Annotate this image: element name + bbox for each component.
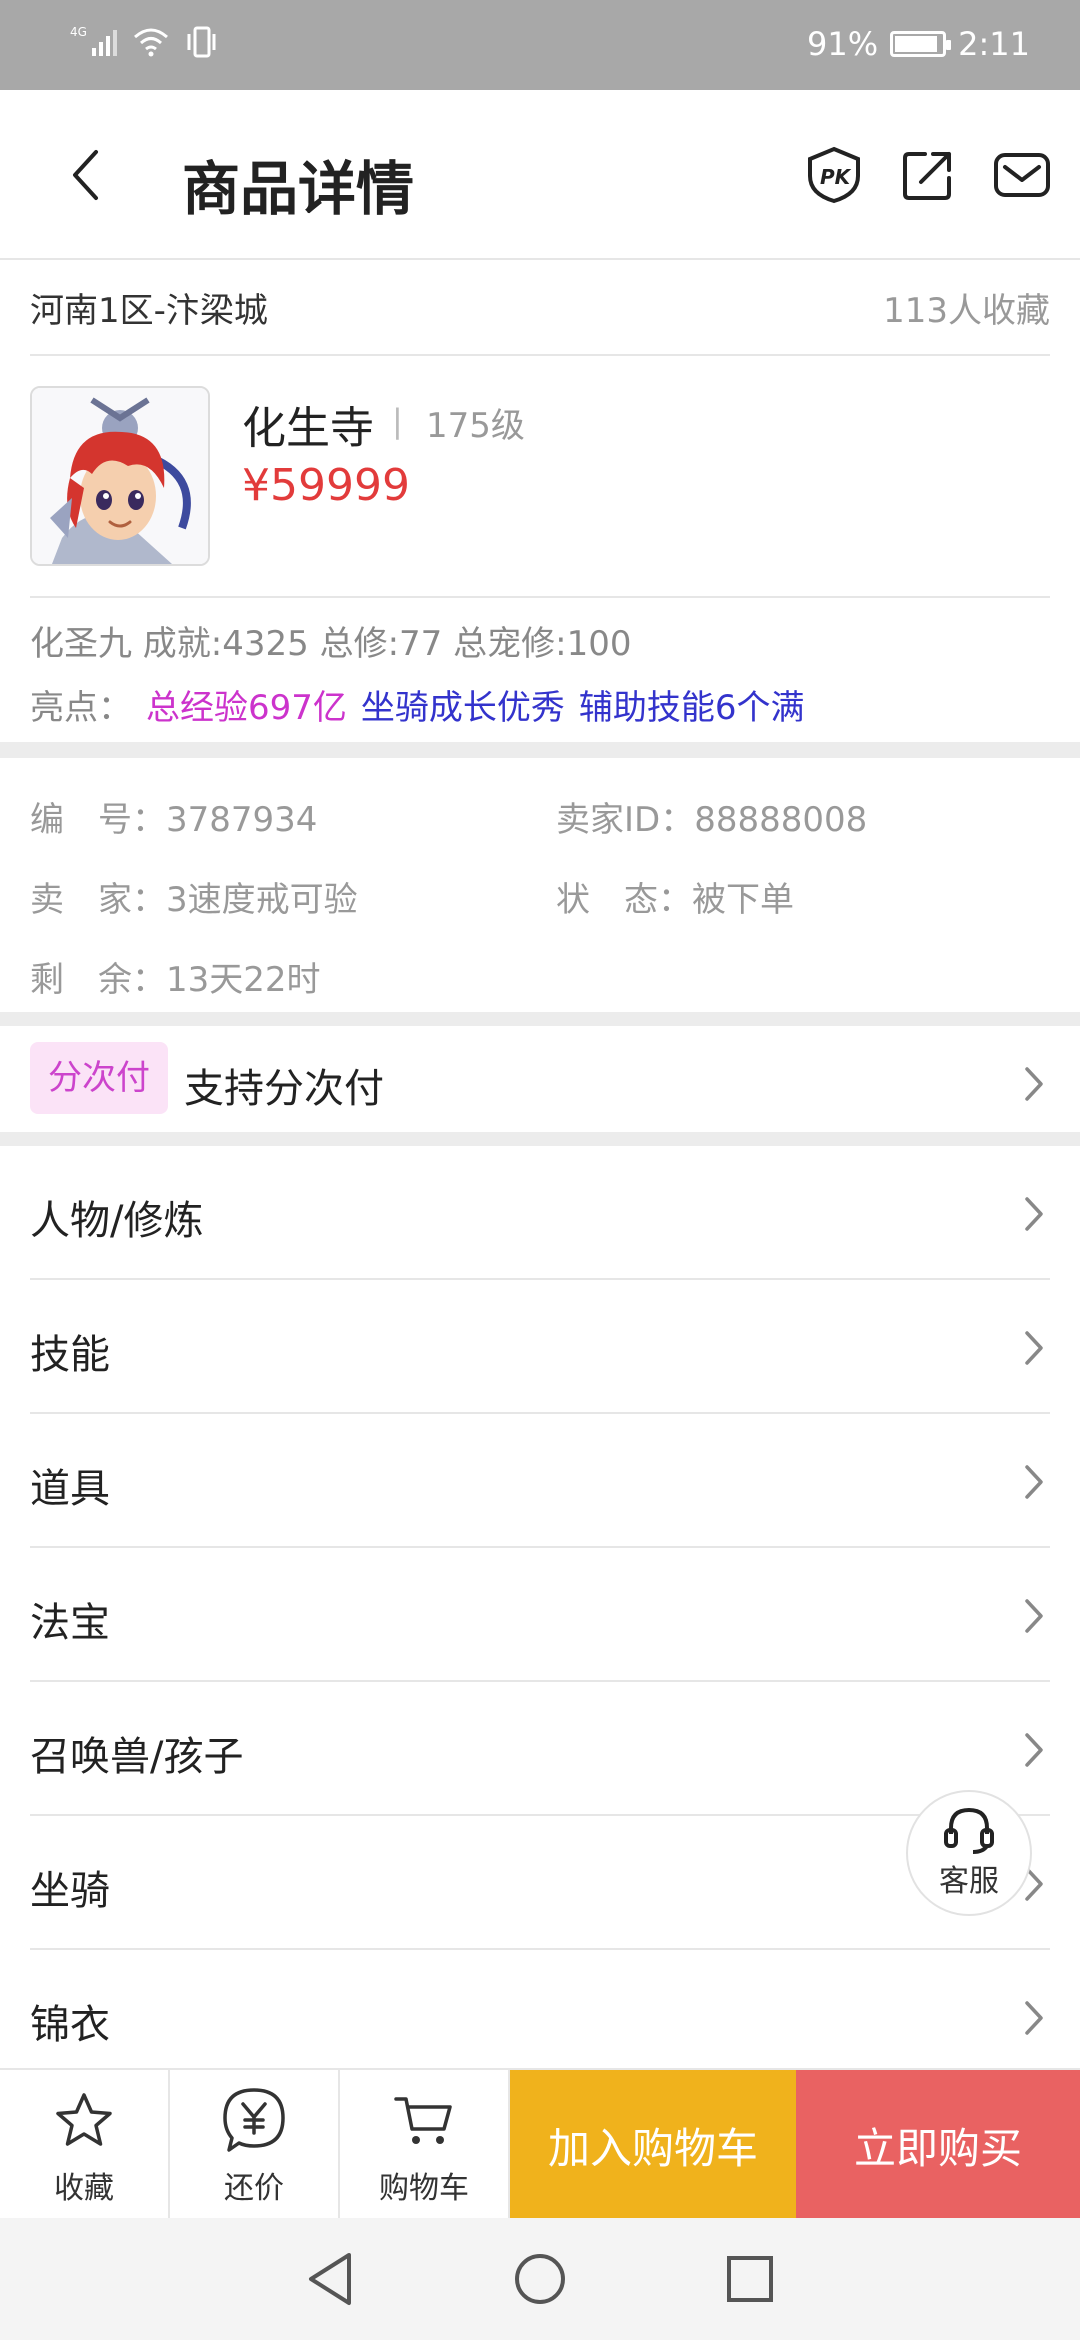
installment-text: 支持分次付 [184,1066,384,1112]
chevron-right-icon [1020,1730,1048,1770]
installment-badge: 分次付 [30,1042,168,1114]
item-id: 编 号：3787934 [30,792,317,841]
section-label: 召唤兽/孩子 [30,1734,244,1780]
nav-home-icon[interactable] [510,2249,570,2309]
signal-icon: 4G [70,24,118,64]
name-separator: | [392,402,403,440]
character-level: 175级 [426,406,525,446]
share-icon[interactable] [898,145,958,205]
section-label: 锦衣 [30,2002,110,2048]
character-school: 化生寺 [242,403,374,454]
chevron-right-icon [1020,1064,1048,1104]
installment-row[interactable]: 分次付 支持分次付 [0,1026,1080,1146]
yen-chat-icon [221,2083,287,2159]
section-items[interactable]: 道具 [0,1414,1080,1548]
item-id-value: 3787934 [166,800,318,840]
highlights-label: 亮点： [30,688,132,728]
section-gap [0,742,1080,758]
cart-label: 购物车 [379,2171,469,2206]
section-label: 技能 [30,1332,110,1378]
cart-button[interactable]: 购物车 [340,2070,510,2220]
chevron-right-icon [1020,1328,1048,1368]
page-title: 商品详情 [182,155,415,223]
favorite-label: 收藏 [54,2171,114,2206]
listing-meta: 河南1区-汴梁城 113人收藏 [30,260,1050,356]
customer-service-label: 客服 [939,1864,999,1899]
seller-label: 卖 家： [30,880,166,920]
header-actions: PK [804,145,1052,205]
order-status: 状 态：被下单 [556,872,794,921]
seller: 卖 家：3速度戒可验 [30,872,358,921]
cart-icon [392,2083,456,2159]
highlight-tag: 总经验697亿 [146,688,347,728]
chevron-right-icon [1020,1194,1048,1234]
message-icon[interactable] [992,145,1052,205]
section-character[interactable]: 人物/修炼 [0,1146,1080,1280]
bottom-action-bar: 收藏 还价 购物车 加入购物车 立即购买 [0,2068,1080,2220]
product-price: ¥59999 [242,460,410,511]
section-label: 人物/修炼 [30,1198,204,1244]
server-region: 河南1区-汴梁城 [30,290,268,331]
section-gap [0,1132,1080,1146]
section-treasures[interactable]: 法宝 [0,1548,1080,1682]
vibrate-icon [184,26,220,62]
battery-fill [895,36,937,52]
item-id-label: 编 号： [30,800,166,840]
clock: 2:11 [958,25,1030,63]
nav-back-icon[interactable] [300,2249,360,2309]
section-label: 法宝 [30,1600,110,1646]
battery-percent: 91% [807,25,879,63]
seller-value: 3速度戒可验 [166,880,358,920]
wifi-icon [132,27,170,61]
svg-text:4G: 4G [70,25,87,39]
section-label: 道具 [30,1466,110,1512]
customer-service-button[interactable]: 客服 [906,1790,1032,1916]
status-icons-right: 91% 2:11 [807,22,1030,66]
headset-icon [944,1807,994,1854]
battery-icon [890,31,952,57]
status-label: 状 态： [556,880,692,920]
status-value: 被下单 [692,880,794,920]
chevron-right-icon [1020,1462,1048,1502]
buy-now-button[interactable]: 立即购买 [796,2070,1080,2220]
chevron-left-icon [73,150,98,200]
highlight-tag: 坐骑成长优秀 [360,688,565,728]
star-icon [53,2083,115,2159]
section-skills[interactable]: 技能 [0,1280,1080,1414]
svg-text:PK: PK [820,165,852,189]
remaining-label: 剩 余： [30,960,166,1000]
system-navigation-bar [0,2218,1080,2340]
app-header: 商品详情 PK [0,90,1080,260]
seller-id: 卖家ID：88888008 [556,792,867,841]
product-summary: 化生寺 | 175级 ¥59999 [30,356,1050,598]
status-bar: 4G 91% 2:11 [0,0,1080,90]
section-label: 坐骑 [30,1868,110,1914]
bargain-label: 还价 [224,2171,284,2206]
time-remaining: 剩 余：13天22时 [30,952,321,1001]
nav-recents-icon[interactable] [720,2249,780,2309]
seller-id-label: 卖家ID： [556,800,695,840]
back-button[interactable] [50,140,120,210]
section-pets[interactable]: 召唤兽/孩子 [0,1682,1080,1816]
section-gap [0,1012,1080,1026]
chevron-right-icon [1020,1596,1048,1636]
character-avatar[interactable] [30,386,210,566]
seller-id-value: 88888008 [694,800,868,840]
favorites-count: 113人收藏 [883,290,1050,331]
add-to-cart-button[interactable]: 加入购物车 [510,2070,796,2220]
section-outfits[interactable]: 锦衣 [0,1950,1080,2084]
character-stats: 化圣九 成就:4325 总修:77 总宠修:100 [30,624,632,664]
favorite-button[interactable]: 收藏 [0,2070,170,2220]
status-icons-left: 4G [70,22,220,66]
chevron-right-icon [1020,1998,1048,2038]
highlights: 亮点： 总经验697亿 坐骑成长优秀 辅助技能6个满 [30,680,805,729]
highlight-tag: 辅助技能6个满 [578,688,805,728]
bargain-button[interactable]: 还价 [170,2070,340,2220]
remaining-value: 13天22时 [166,960,321,1000]
pk-shield-icon[interactable]: PK [804,145,864,205]
